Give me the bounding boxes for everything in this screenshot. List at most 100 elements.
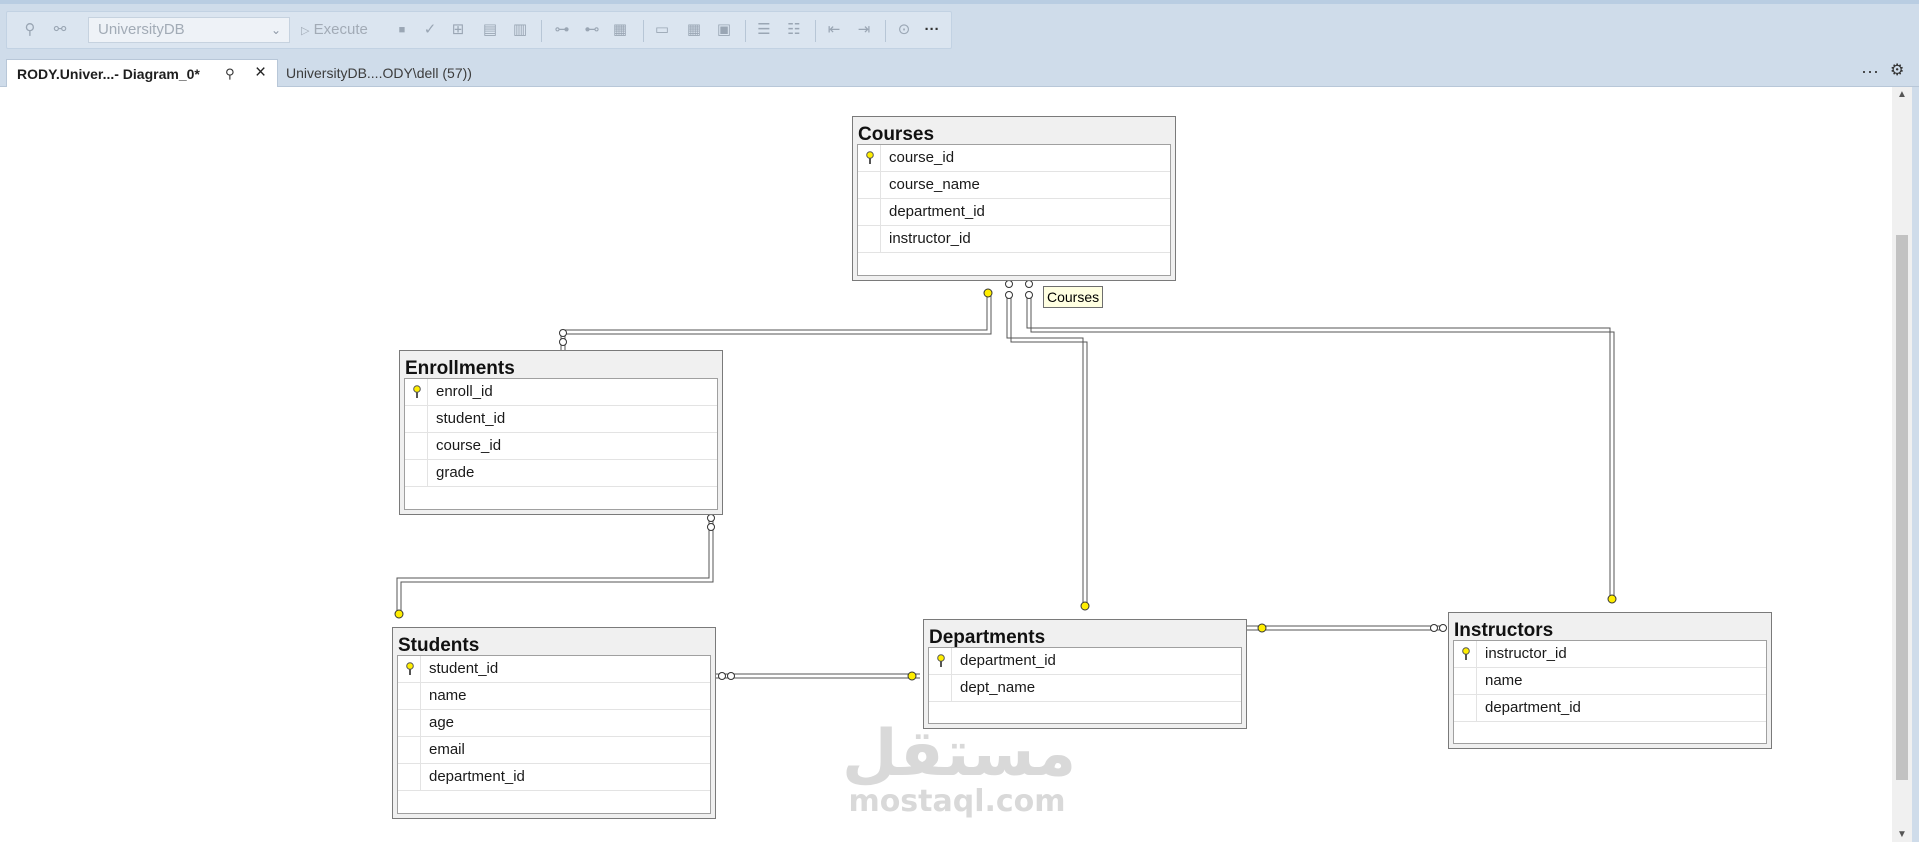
row-selector[interactable] [1454,641,1477,667]
row-selector[interactable] [405,433,428,459]
column-grid: enroll_id student_id course_id grade [404,378,718,510]
column-row[interactable]: name [398,683,710,710]
query-options-icon[interactable]: ▤ [481,21,499,39]
toolbar-separator [885,20,886,42]
primary-key-icon [866,151,874,164]
comment-lines-icon[interactable]: ☰ [755,21,773,39]
gear-icon[interactable]: ⚙ [1890,55,1904,87]
stop-icon[interactable]: ■ [393,21,411,39]
close-icon[interactable]: × [255,59,266,87]
row-selector[interactable] [398,764,421,790]
column-name: student_id [429,660,499,677]
column-grid: instructor_id name department_id [1453,640,1767,744]
row-selector[interactable] [405,406,428,432]
connect-icon[interactable]: ⚲ [21,21,39,39]
table-enrollments[interactable]: Enrollments enroll_id student_id course_… [399,350,723,515]
toolbar-separator [745,20,746,42]
toolbar-more-button[interactable]: ··· [923,21,941,39]
table-title: Departments [929,627,1046,648]
column-name: name [429,687,467,704]
execute-label: Execute [313,21,368,38]
column-row[interactable]: enroll_id [405,379,717,406]
row-selector[interactable] [858,172,881,198]
tab-label: UniversityDB....ODY\dell (57)) [286,65,472,81]
column-row[interactable]: department_id [1454,695,1766,722]
estimated-plan-icon[interactable]: ⊶ [553,21,571,39]
chevron-down-icon: ⌄ [270,23,281,37]
row-selector[interactable] [858,226,881,252]
toolbar-separator [643,20,644,42]
specify-values-icon[interactable]: ⊙ [895,21,913,39]
table-courses[interactable]: Courses course_id course_name department… [852,116,1176,281]
window-edge [1912,87,1919,842]
client-statistics-icon[interactable]: ▦ [611,21,629,39]
results-to-file-icon[interactable]: ▣ [715,21,733,39]
column-name: student_id [436,410,506,427]
row-selector[interactable] [858,199,881,225]
column-name: course_id [436,437,502,454]
column-name: instructor_id [889,230,971,247]
increase-indent-icon[interactable]: ⇥ [855,21,873,39]
results-to-text-icon[interactable]: ▭ [653,21,671,39]
uncomment-lines-icon[interactable]: ☷ [785,21,803,39]
row-selector[interactable] [405,379,428,405]
column-row[interactable]: email [398,737,710,764]
column-row[interactable]: course_id [858,145,1170,172]
table-title: Enrollments [405,358,515,379]
change-connection-icon[interactable]: ⚯ [51,21,69,39]
column-grid: course_id course_name department_id inst… [857,144,1171,276]
column-name: grade [436,464,475,481]
row-selector[interactable] [398,737,421,763]
database-select[interactable]: UniversityDB ⌄ [88,17,290,43]
execute-button[interactable]: ▷ Execute [301,17,368,43]
results-to-grid-icon[interactable]: ▦ [685,21,703,39]
row-selector[interactable] [929,675,952,701]
vertical-scrollbar[interactable]: ▲ ▼ [1892,87,1912,842]
watermark-arabic: مستقل [842,717,1077,791]
decrease-indent-icon[interactable]: ⇤ [825,21,843,39]
scrollbar-thumb[interactable] [1896,235,1908,780]
scroll-down-arrow-icon[interactable]: ▼ [1892,829,1912,840]
column-row[interactable]: dept_name [929,675,1241,702]
intellisense-icon[interactable]: ▥ [511,21,529,39]
table-departments[interactable]: Departments department_id dept_name [923,619,1247,729]
column-row[interactable]: student_id [405,406,717,433]
table-title: Instructors [1454,620,1554,641]
column-grid: department_id dept_name [928,647,1242,724]
row-selector[interactable] [405,460,428,486]
table-students[interactable]: Students student_id name age email depar… [392,627,716,819]
column-grid: student_id name age email department_id [397,655,711,814]
column-name: name [1485,672,1523,689]
table-title: Courses [858,124,935,145]
column-name: department_id [1485,699,1581,716]
scroll-up-arrow-icon[interactable]: ▲ [1892,89,1912,100]
row-selector[interactable] [398,710,421,736]
column-row[interactable]: department_id [398,764,710,791]
tab-query[interactable]: UniversityDB....ODY\dell (57)) [286,59,472,87]
row-selector[interactable] [1454,695,1477,721]
row-selector[interactable] [929,648,952,674]
column-row[interactable]: department_id [858,199,1170,226]
parse-checkmark-icon[interactable]: ✓ [421,21,439,39]
column-row[interactable]: name [1454,668,1766,695]
query-plan-icon[interactable]: ⊞ [449,21,467,39]
row-selector[interactable] [1454,668,1477,694]
column-row[interactable]: course_id [405,433,717,460]
tab-diagram[interactable]: RODY.Univer...- Diagram_0* ⚲ × [6,59,278,87]
row-selector[interactable] [398,683,421,709]
column-row[interactable]: department_id [929,648,1241,675]
pin-icon[interactable]: ⚲ [225,60,235,88]
tab-overflow-button[interactable]: ··· [1861,55,1879,87]
table-title: Students [398,635,480,656]
column-row[interactable]: grade [405,460,717,487]
column-row[interactable]: age [398,710,710,737]
column-row[interactable]: instructor_id [1454,641,1766,668]
table-instructors[interactable]: Instructors instructor_id name departmen… [1448,612,1772,749]
column-row[interactable]: instructor_id [858,226,1170,253]
row-selector[interactable] [398,656,421,682]
actual-plan-icon[interactable]: ⊷ [583,21,601,39]
column-row[interactable]: student_id [398,656,710,683]
row-selector[interactable] [858,145,881,171]
column-name: age [429,714,455,731]
column-row[interactable]: course_name [858,172,1170,199]
